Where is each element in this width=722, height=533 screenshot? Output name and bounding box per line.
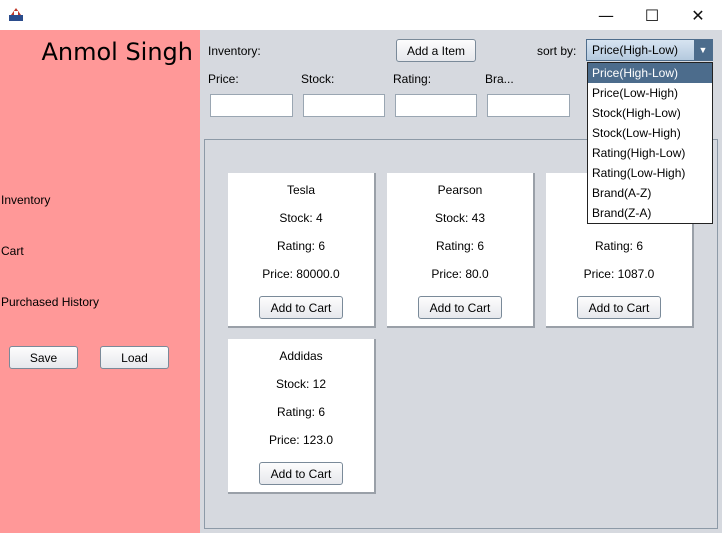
sort-option-brand-a-z[interactable]: Brand(A-Z): [588, 183, 712, 203]
user-name: Anmol Singh: [41, 38, 193, 66]
product-stock: Stock: 43: [434, 211, 486, 225]
nav-purchased-history[interactable]: Purchased History: [1, 295, 99, 309]
add-to-cart-button[interactable]: Add to Cart: [259, 462, 343, 485]
sort-by-label: sort by:: [537, 44, 577, 58]
add-to-cart-button[interactable]: Add to Cart: [418, 296, 502, 319]
sort-option-price-low-high[interactable]: Price(Low-High): [588, 83, 712, 103]
sort-option-rating-high-low[interactable]: Rating(High-Low): [588, 143, 712, 163]
sort-option-rating-low-high[interactable]: Rating(Low-High): [588, 163, 712, 183]
stock-filter-label: Stock:: [301, 72, 335, 86]
product-rating: Rating: 6: [276, 405, 326, 419]
sort-option-stock-high-low[interactable]: Stock(High-Low): [588, 103, 712, 123]
title-bar: — ☐ ✕: [0, 0, 722, 30]
product-stock: Stock: 12: [275, 377, 327, 391]
rating-filter-input[interactable]: [395, 94, 477, 117]
product-rating: Rating: 6: [276, 239, 326, 253]
chevron-down-icon[interactable]: ▼: [694, 40, 712, 60]
sort-option-brand-z-a[interactable]: Brand(Z-A): [588, 203, 712, 223]
nav-cart[interactable]: Cart: [1, 244, 24, 258]
product-card: Tesla Stock: 4 Rating: 6 Price: 80000.0 …: [228, 173, 376, 328]
product-price: Price: 80.0: [431, 267, 489, 281]
sort-option-stock-low-high[interactable]: Stock(Low-High): [588, 123, 712, 143]
nav-inventory[interactable]: Inventory: [1, 193, 50, 207]
product-name: Addidas: [279, 349, 323, 363]
product-rating: Rating: 6: [435, 239, 485, 253]
price-filter-input[interactable]: [210, 94, 293, 117]
brand-filter-input[interactable]: [487, 94, 570, 117]
java-app-icon: [9, 8, 23, 21]
product-card: Pearson Stock: 43 Rating: 6 Price: 80.0 …: [387, 173, 535, 328]
product-price: Price: 1087.0: [583, 267, 655, 281]
sidebar: Anmol Singh Inventory Cart Purchased His…: [0, 30, 200, 533]
product-stock: Stock: 4: [279, 211, 323, 225]
sort-options-list: Price(High-Low) Price(Low-High) Stock(Hi…: [587, 62, 713, 224]
product-card: Addidas Stock: 12 Rating: 6 Price: 123.0…: [228, 339, 376, 494]
inventory-label: Inventory:: [208, 44, 261, 58]
rating-filter-label: Rating:: [393, 72, 432, 86]
save-button[interactable]: Save: [9, 346, 78, 369]
add-to-cart-button[interactable]: Add to Cart: [577, 296, 661, 319]
minimize-button[interactable]: —: [583, 0, 629, 30]
product-name: Pearson: [437, 183, 483, 197]
close-button[interactable]: ✕: [675, 0, 721, 30]
sort-selected-value: Price(High-Low): [592, 43, 679, 57]
price-filter-label: Price:: [208, 72, 239, 86]
load-button[interactable]: Load: [100, 346, 169, 369]
product-price: Price: 123.0: [268, 433, 334, 447]
product-rating: Rating: 6: [594, 239, 644, 253]
add-to-cart-button[interactable]: Add to Cart: [259, 296, 343, 319]
maximize-button[interactable]: ☐: [629, 0, 675, 30]
product-price: Price: 80000.0: [262, 267, 340, 281]
sort-select[interactable]: Price(High-Low) ▼: [586, 39, 713, 61]
brand-filter-label: Bra...: [485, 72, 514, 86]
sort-option-price-high-low[interactable]: Price(High-Low): [588, 63, 712, 83]
product-name: Tesla: [286, 183, 315, 197]
stock-filter-input[interactable]: [303, 94, 385, 117]
add-item-button[interactable]: Add a Item: [396, 39, 476, 62]
